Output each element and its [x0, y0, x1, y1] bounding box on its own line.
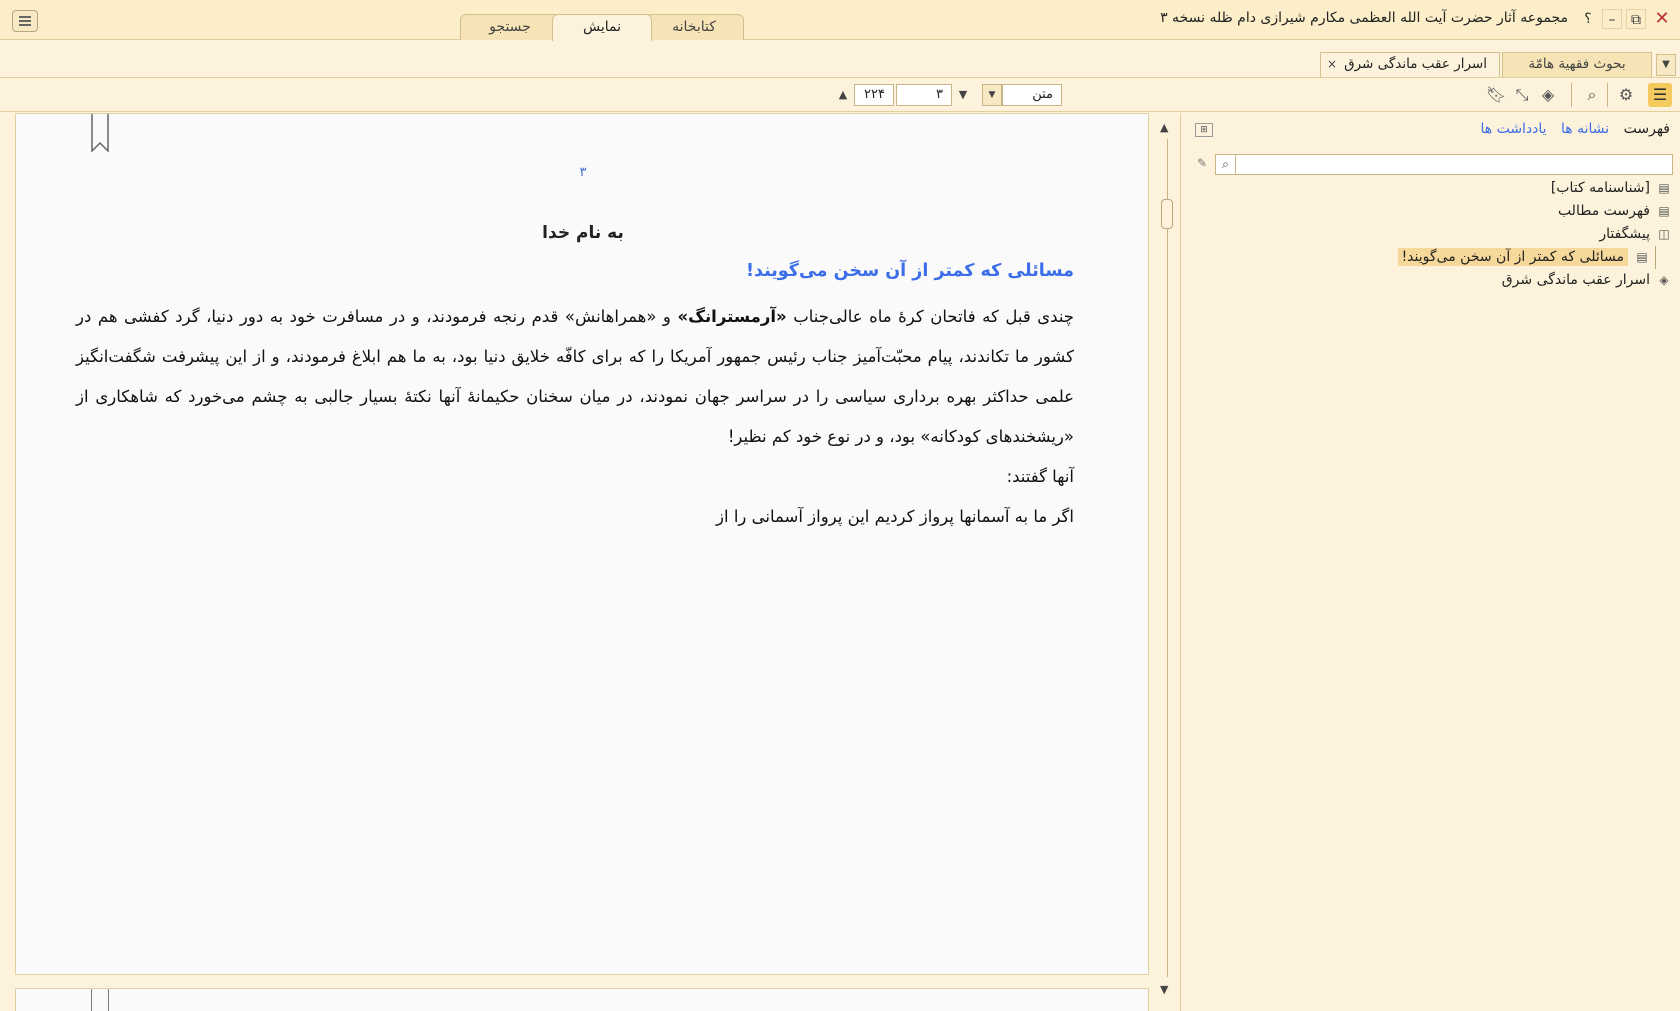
- doc-tab-label: اسرار عقب ماندگی شرق: [1344, 56, 1487, 72]
- separator: [1571, 83, 1572, 107]
- tree-item[interactable]: ◈اسرار عقب ماندگی شرق: [1192, 269, 1672, 292]
- minimize-button[interactable]: –: [1602, 9, 1622, 29]
- tab-bookmarks[interactable]: نشانه ها: [1561, 121, 1609, 137]
- separator: [1607, 83, 1608, 107]
- page-number: ۳: [579, 165, 587, 180]
- tree-item[interactable]: ▤[شناسنامه کتاب]: [1192, 177, 1672, 200]
- document-icon: ▤: [1658, 181, 1670, 195]
- document-tab-bar: ▼ بحوث فقهیة هامّة اسرار عقب ماندگی شرق …: [0, 40, 1680, 78]
- list-icon[interactable]: ☰: [1648, 83, 1672, 107]
- tree-item[interactable]: ◫پیشگفتار: [1192, 223, 1672, 246]
- basmala: به نام خدا: [542, 223, 624, 243]
- next-page-preview: [15, 988, 1149, 1011]
- page-bookmark-icon[interactable]: [91, 114, 109, 152]
- page-navigator: ▲ ۲۲۴ ۳ ▼ ▼ متن: [834, 84, 1064, 106]
- next-page-button[interactable]: ▼: [954, 84, 972, 106]
- tabs-dropdown-button[interactable]: ▼: [1656, 54, 1676, 76]
- search-icon[interactable]: ⌕: [1580, 83, 1604, 107]
- bookmark-icon[interactable]: 🔖︎: [1484, 83, 1508, 107]
- fullscreen-icon[interactable]: ⤡: [1510, 83, 1534, 107]
- open-book-icon: ◫: [1658, 227, 1670, 241]
- doc-tab-fiqh[interactable]: بحوث فقهیة هامّة: [1502, 52, 1652, 77]
- toc-search-input[interactable]: ⌕: [1215, 154, 1673, 175]
- chapter-heading: مسائلی که کمتر از آن سخن می‌گویند!: [746, 261, 1074, 281]
- page-total: ۲۲۴: [854, 84, 894, 106]
- tab-notes[interactable]: یادداشت ها: [1480, 121, 1546, 137]
- toc-tree: ▤[شناسنامه کتاب] ▤فهرست مطالب ◫پیشگفتار …: [1192, 177, 1672, 292]
- close-button[interactable]: ✕: [1652, 9, 1672, 29]
- menu-icon: [19, 16, 31, 18]
- paragraph: چندی قبل که فاتحان کرۀ ماه عالی‌جناب «آر…: [76, 307, 1074, 446]
- search-icon[interactable]: ⌕: [1216, 155, 1236, 174]
- close-tab-icon[interactable]: ×: [1327, 53, 1337, 76]
- document-icon: ▤: [1658, 204, 1670, 218]
- bold-name: «آرمسترانگ»: [677, 307, 787, 326]
- view-mode-dropdown-button[interactable]: ▼: [982, 84, 1002, 106]
- gear-icon[interactable]: ⚙: [1614, 83, 1638, 107]
- tab-search[interactable]: جستجو: [460, 14, 560, 41]
- tab-toc[interactable]: فهرست: [1624, 121, 1670, 137]
- tree-item-selected[interactable]: ▤مسائلی که کمتر از آن سخن می‌گویند!: [1192, 246, 1672, 269]
- document-icon: ▤: [1636, 250, 1648, 264]
- panel-pin-icon[interactable]: ⊞: [1195, 123, 1213, 137]
- tab-library[interactable]: کتابخانه: [644, 14, 744, 41]
- restore-button[interactable]: ⧉: [1626, 9, 1646, 29]
- tree-guide-line: [1655, 246, 1656, 269]
- scroll-up-button[interactable]: ▲: [1160, 121, 1168, 134]
- scroll-track: [1167, 139, 1168, 977]
- help-button[interactable]: ؟: [1578, 9, 1598, 29]
- doc-tab-label: بحوث فقهیة هامّة: [1528, 56, 1626, 72]
- previous-page-button[interactable]: ▲: [834, 84, 852, 106]
- title-bar: جستجو نمایش کتابخانه مجموعه آثار حضرت آی…: [0, 0, 1680, 41]
- page-number-input[interactable]: ۳: [896, 84, 952, 106]
- vertical-scrollbar[interactable]: ▲ ▼: [1158, 113, 1178, 1011]
- view-mode-select[interactable]: متن: [1002, 84, 1062, 106]
- window-title: مجموعه آثار حضرت آیت الله العظمی مکارم ش…: [1160, 10, 1568, 26]
- scroll-thumb[interactable]: [1161, 199, 1173, 229]
- paragraph: اگر ما به آسمانها پرواز کردیم این پرواز …: [716, 507, 1074, 526]
- panel-tabs: فهرست نشانه ها یادداشت ها: [1470, 121, 1670, 137]
- eraser-icon[interactable]: ◈: [1536, 83, 1560, 107]
- clear-search-icon[interactable]: ✎: [1193, 156, 1211, 174]
- toolbar: ☰ ⚙ ⌕ ◈ ⤡ 🔖︎ ▲ ۲۲۴ ۳ ▼ ▼ متن: [0, 78, 1680, 112]
- page-bookmark-icon[interactable]: [91, 989, 109, 1011]
- doc-tab-asrar[interactable]: اسرار عقب ماندگی شرق ×: [1320, 52, 1500, 77]
- scroll-down-button[interactable]: ▼: [1160, 983, 1168, 996]
- side-panel: ⊞ فهرست نشانه ها یادداشت ها ✎ ⌕ ▤[شناسنا…: [1180, 113, 1680, 1011]
- book-icon: ◈: [1659, 273, 1669, 287]
- main-menu-button[interactable]: [12, 10, 38, 32]
- paragraph: آنها گفتند:: [1006, 467, 1074, 486]
- reading-pane[interactable]: ۳ به نام خدا مسائلی که کمتر از آن سخن می…: [15, 113, 1149, 975]
- tree-item[interactable]: ▤فهرست مطالب: [1192, 200, 1672, 223]
- tab-display[interactable]: نمایش: [552, 14, 652, 41]
